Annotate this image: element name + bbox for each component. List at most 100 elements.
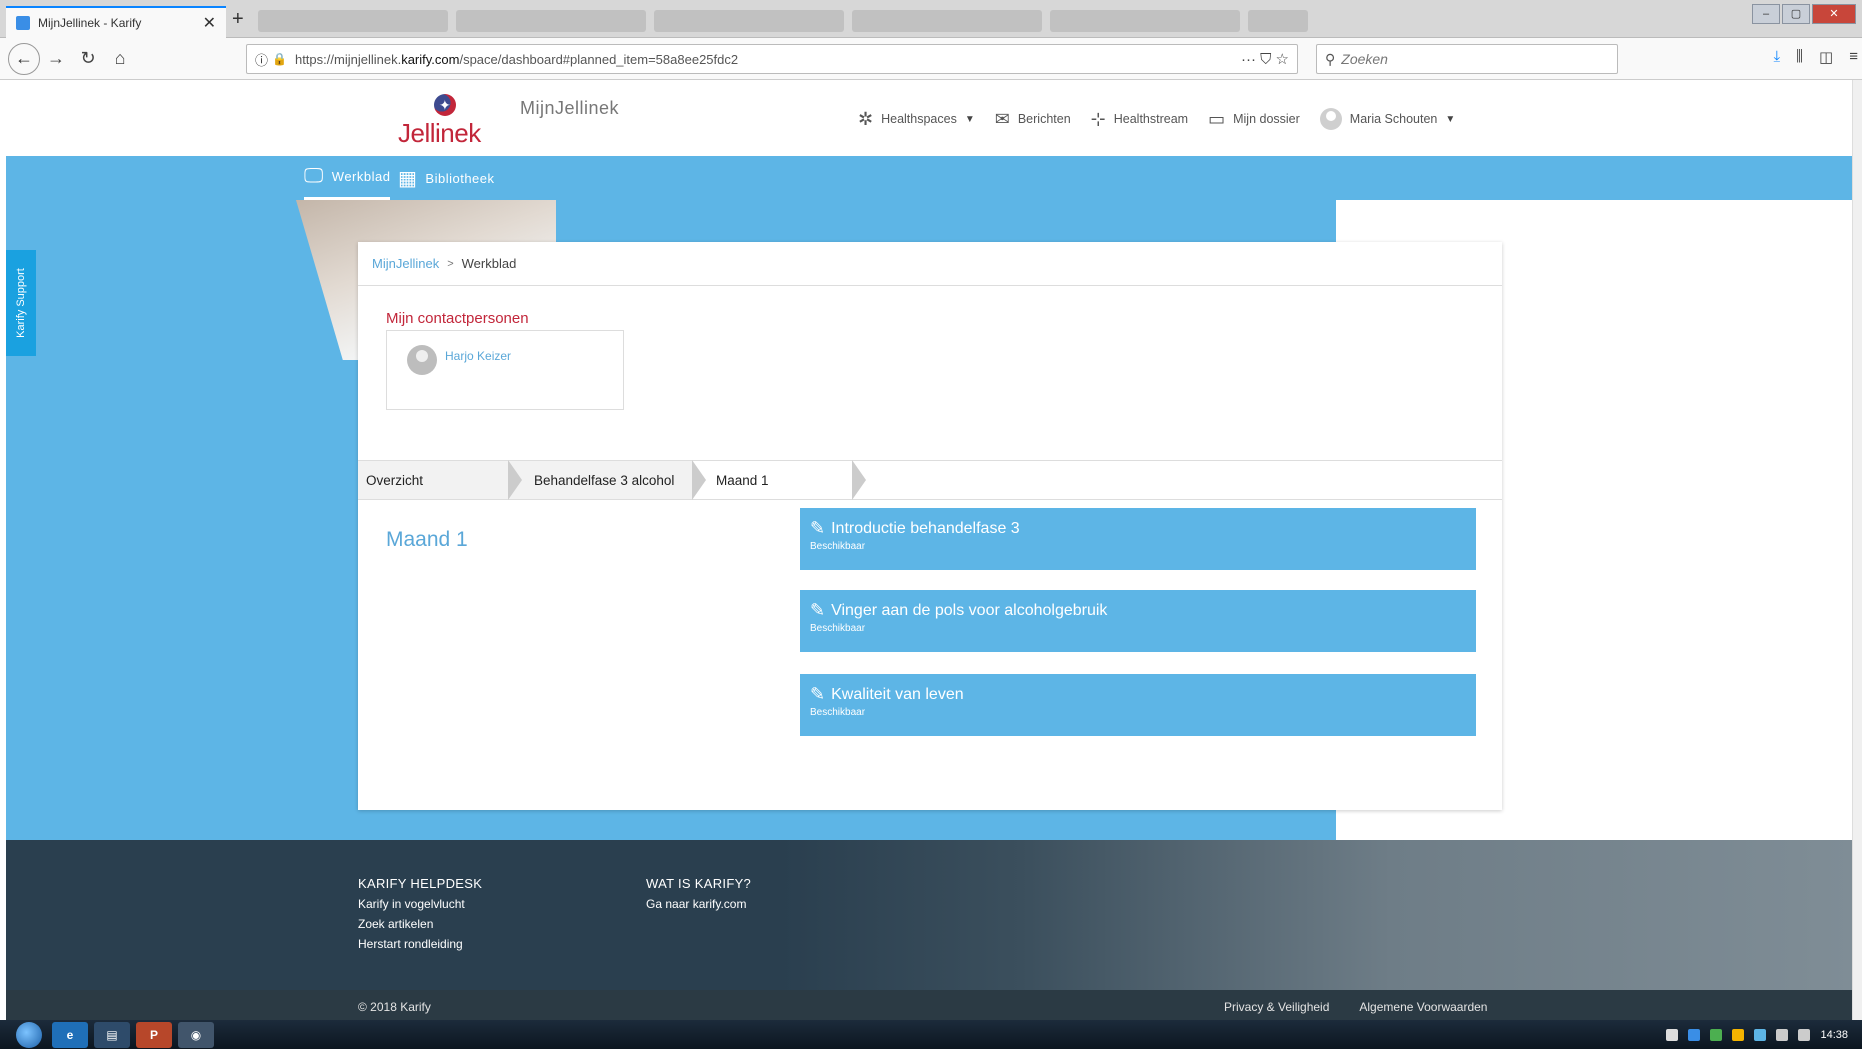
contact-card[interactable]: Harjo Keizer	[386, 330, 624, 410]
forward-arrow-icon[interactable]: →	[40, 48, 72, 69]
logo-star-icon: ✦	[439, 97, 451, 113]
task-title: Kwaliteit van leven	[831, 685, 964, 703]
close-window-button[interactable]: ✕	[1812, 4, 1856, 24]
browser-tab-other[interactable]	[654, 10, 844, 32]
footer-helpdesk-title: KARIFY HELPDESK	[358, 876, 483, 891]
start-button[interactable]	[12, 1020, 46, 1049]
breadcrumb-current: Werkblad	[461, 256, 517, 271]
reload-icon[interactable]: ↻	[72, 48, 104, 69]
browser-navbar: ← → ↻ ⌂ ⓘ 🔒 https://mijnjellinek.karify.…	[0, 38, 1862, 80]
page-scrollbar[interactable]	[1852, 80, 1862, 1020]
download-icon[interactable]: ⤓	[1774, 48, 1781, 66]
minimize-button[interactable]: –	[1752, 4, 1780, 24]
monitor-icon: 🖵	[304, 165, 324, 187]
browser-tab-other[interactable]	[258, 10, 448, 32]
info-icon[interactable]: ⓘ	[255, 50, 268, 69]
breadcrumb-home[interactable]: MijnJellinek	[372, 256, 439, 271]
task-status: Beschikbaar	[810, 623, 866, 634]
footer-link[interactable]: Herstart rondleiding	[358, 937, 482, 951]
browser-tab-other[interactable]	[456, 10, 646, 32]
sidebar-icon[interactable]: ◫	[1819, 48, 1833, 66]
browser-tab-other[interactable]	[1248, 10, 1308, 32]
footer-bottom-bar: © 2018 Karify Privacy & Veiligheid Algem…	[6, 990, 1852, 1020]
browser-tab-other[interactable]	[852, 10, 1042, 32]
footer-what-title: WAT IS KARIFY?	[646, 876, 752, 891]
os-taskbar: e ▤ P ◉ 14:38	[0, 1020, 1862, 1049]
step-behandelfase[interactable]: Behandelfase 3 alcohol	[508, 460, 706, 500]
karify-support-tab[interactable]: Karify Support	[6, 250, 36, 356]
copyright: © 2018 Karify	[358, 1000, 431, 1014]
footer-link[interactable]: Zoek artikelen	[358, 917, 482, 931]
werkblad-card: MijnJellinek > Werkblad Mijn contactpers…	[358, 242, 1502, 810]
tray-icon[interactable]	[1710, 1028, 1723, 1041]
menu-icon[interactable]: ≡	[1849, 48, 1858, 66]
footer-link[interactable]: Karify in vogelvlucht	[358, 897, 482, 911]
top-nav: ✲ Healthspaces ▼ ✉ Berichten ⊹ Healthstr…	[858, 108, 1455, 130]
tab-bibliotheek-label: Bibliotheek	[425, 170, 495, 186]
library-icon[interactable]: ⫼	[1796, 48, 1803, 66]
lock-icon[interactable]: 🔒	[272, 52, 287, 66]
privacy-link[interactable]: Privacy & Veiligheid	[1224, 1000, 1329, 1014]
browser-tab-other[interactable]	[1050, 10, 1240, 32]
browser-tabbar: MijnJellinek - Karify ✕ + – ▢ ✕	[0, 0, 1862, 38]
pencil-icon: ✎	[810, 518, 826, 538]
task-card[interactable]: ✎ Kwaliteit van leven Beschikbaar	[800, 674, 1476, 736]
url-actions[interactable]: ··· ⛉ ☆	[1241, 50, 1289, 68]
close-tab-icon[interactable]: ✕	[203, 13, 216, 33]
nav-healthspaces[interactable]: ✲ Healthspaces ▼	[858, 109, 975, 130]
nav-mijn-dossier[interactable]: ▭ Mijn dossier	[1208, 109, 1300, 130]
envelope-icon: ✉	[994, 108, 1010, 129]
explorer-icon[interactable]: ▤	[94, 1021, 130, 1048]
chevron-down-icon: ▼	[964, 113, 975, 125]
network-tray-icon[interactable]	[1776, 1028, 1789, 1041]
powerpoint-icon[interactable]: P	[136, 1021, 172, 1048]
browser-tab-active[interactable]: MijnJellinek - Karify ✕	[6, 6, 226, 38]
ie-icon[interactable]: e	[52, 1021, 88, 1048]
month-title: Maand 1	[386, 528, 468, 551]
tab-werkblad[interactable]: 🖵 Werkblad	[304, 156, 391, 200]
new-tab-button[interactable]: +	[232, 8, 244, 31]
back-arrow-icon[interactable]: ←	[8, 42, 40, 75]
firefox-icon[interactable]: ◉	[178, 1021, 214, 1048]
search-placeholder: Zoeken	[1341, 51, 1388, 67]
support-tab-label: Karify Support	[15, 268, 28, 338]
tab-bibliotheek[interactable]: ▦ Bibliotheek	[398, 156, 495, 200]
clock[interactable]: 14:38	[1820, 1029, 1848, 1041]
footer-link[interactable]: Ga naar karify.com	[646, 897, 751, 911]
home-icon[interactable]: ⌂	[104, 48, 136, 69]
browser-tools: ⤓ ⫼ ◫ ≡	[1774, 48, 1859, 66]
avatar	[1319, 108, 1342, 130]
step-overzicht[interactable]: Overzicht	[358, 460, 522, 500]
tray-icon[interactable]	[1666, 1028, 1679, 1041]
system-tray: 14:38	[1666, 1020, 1848, 1049]
step-navigation: Overzicht Behandelfase 3 alcohol Maand 1	[358, 460, 1502, 500]
url-text[interactable]: https://mijnjellinek.karify.com/space/da…	[295, 52, 1241, 67]
tray-icon[interactable]	[1754, 1028, 1767, 1041]
logo-text: Jellinek	[398, 118, 481, 148]
nav-healthstream-label: Healthstream	[1113, 112, 1189, 126]
task-title: Vinger aan de pols voor alcoholgebruik	[831, 601, 1108, 619]
footer-what: WAT IS KARIFY? Ga naar karify.com	[646, 876, 751, 917]
user-name: Maria Schouten	[1349, 112, 1438, 126]
user-menu[interactable]: Maria Schouten ▼	[1319, 108, 1456, 130]
task-status: Beschikbaar	[810, 541, 866, 552]
task-card[interactable]: ✎ Introductie behandelfase 3 Beschikbaar	[800, 508, 1476, 570]
step-maand[interactable]: Maand 1	[692, 460, 866, 500]
nav-berichten[interactable]: ✉ Berichten	[995, 109, 1071, 130]
jellinek-logo[interactable]: ✦ Jellinek	[392, 94, 482, 154]
tray-icon[interactable]	[1732, 1028, 1745, 1041]
search-input[interactable]: ⚲ Zoeken	[1316, 44, 1618, 74]
network-icon: ✲	[858, 108, 874, 129]
url-bar[interactable]: ⓘ 🔒 https://mijnjellinek.karify.com/spac…	[246, 44, 1298, 74]
volume-icon[interactable]	[1798, 1028, 1811, 1041]
task-card[interactable]: ✎ Vinger aan de pols voor alcoholgebruik…	[800, 590, 1476, 652]
nav-healthstream[interactable]: ⊹ Healthstream	[1091, 109, 1188, 130]
site-header: ✦ Jellinek MijnJellinek ✲ Healthspaces ▼…	[6, 80, 1852, 158]
chevron-down-icon: ▼	[1445, 113, 1456, 125]
pencil-icon: ✎	[810, 600, 826, 620]
contact-name[interactable]: Harjo Keizer	[445, 349, 511, 363]
tray-icon[interactable]	[1688, 1028, 1701, 1041]
terms-link[interactable]: Algemene Voorwaarden	[1359, 1000, 1487, 1014]
task-status: Beschikbaar	[810, 707, 866, 718]
maximize-button[interactable]: ▢	[1782, 4, 1810, 24]
